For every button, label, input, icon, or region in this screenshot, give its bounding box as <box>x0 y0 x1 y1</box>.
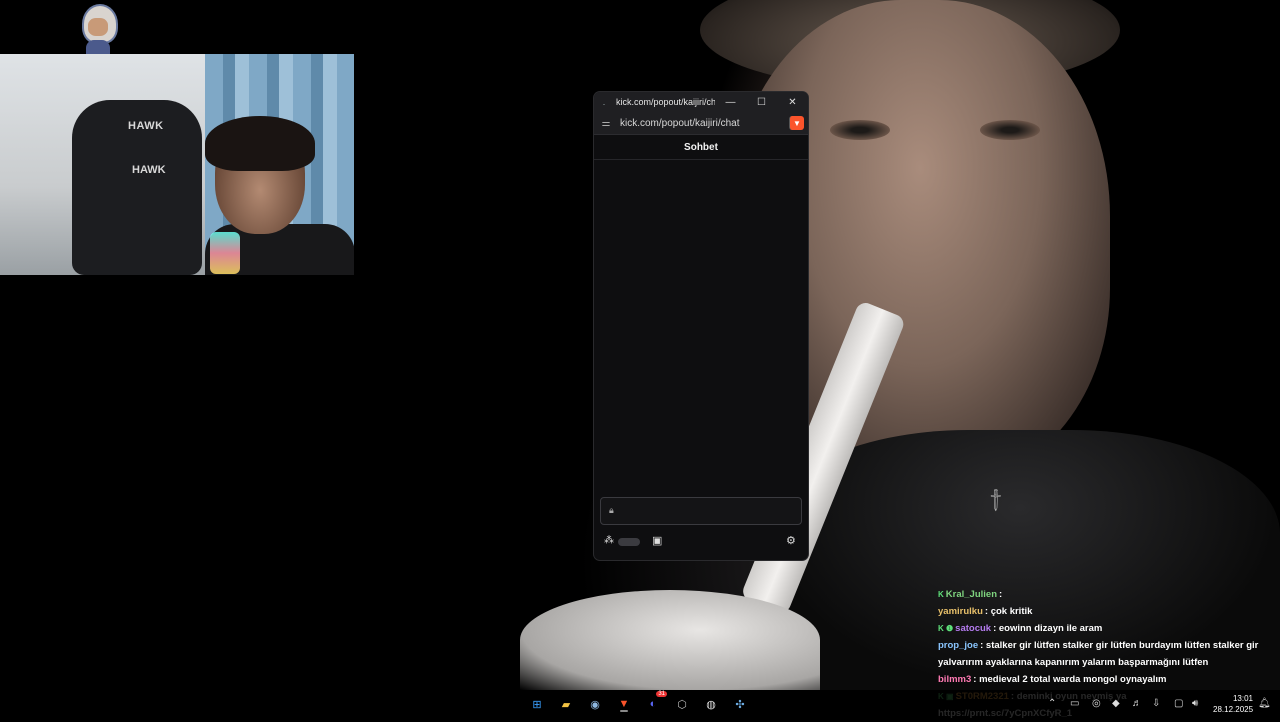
chat-message-text: : stalker gir lütfen stalker gir lütfen … <box>938 640 1259 668</box>
background-eye-right <box>980 120 1040 140</box>
chat-badge-icon: K <box>938 590 944 599</box>
streamer-hair <box>205 116 315 171</box>
chair-logo-lower: HAWK <box>132 164 166 176</box>
chat-input-field[interactable]: 🔒︎ <box>600 497 802 525</box>
app-icon[interactable]: ✣ <box>731 695 749 713</box>
chat-username[interactable]: satocuk <box>955 623 991 634</box>
discord-icon[interactable]: ◐ 31 <box>644 691 667 713</box>
window-titlebar[interactable]: . kick.com/popout/kaijiri/cha... — ☐ ✕ <box>594 92 808 112</box>
background-eye-left <box>830 120 890 140</box>
brave-shields-icon[interactable]: ▼ <box>789 116 804 130</box>
chat-header: Sohbet <box>594 135 808 160</box>
chat-username[interactable]: Kral_Julien <box>946 589 997 600</box>
chat-message: yamirulku: çok kritik <box>938 603 1280 620</box>
chat-popout-window[interactable]: . kick.com/popout/kaijiri/cha... — ☐ ✕ ⚌… <box>594 92 808 560</box>
chat-toolbar: ⁂ ▣ ⚙ <box>594 532 808 552</box>
channel-points-icon[interactable]: ⁂ <box>604 535 614 546</box>
minimize-button[interactable]: — <box>715 92 746 112</box>
sticker-face <box>88 18 108 36</box>
chat-message-text: : medieval 2 total warda mongol oynayalı… <box>973 674 1167 685</box>
chat-message-text: : eowinn dizayn ile aram <box>993 623 1103 634</box>
windows-start-icon[interactable]: ⊞ <box>528 695 546 713</box>
steam-icon[interactable]: ◉ <box>586 695 604 713</box>
tray-app2-icon[interactable]: ◆ <box>1112 698 1120 709</box>
site-settings-icon[interactable]: ⚌ <box>596 118 616 129</box>
chat-message-text: : <box>999 589 1003 600</box>
tray-audio-icon[interactable]: ♬ <box>1132 698 1142 709</box>
chat-message-text: : çok kritik <box>984 606 1033 617</box>
address-bar[interactable]: ⚌ kick.com/popout/kaijiri/chat ▼ <box>594 112 808 135</box>
brave-browser-icon[interactable]: ▼ <box>615 695 633 713</box>
window-title: kick.com/popout/kaijiri/cha... <box>616 97 715 107</box>
chat-message: K Kral_Julien: <box>938 586 1280 603</box>
notification-bell-icon[interactable]: 🔔︎ <box>1258 698 1271 709</box>
url-text[interactable]: kick.com/popout/kaijiri/chat <box>616 118 789 129</box>
background-glove <box>520 590 820 690</box>
chair-logo: HAWK <box>128 120 164 132</box>
windows-taskbar: ⌃ ▭ ◎ ◆ ♬ ⇩ ▢ 🔊︎ 13:01 28.12.2025 🔔︎ ⊞ ▰ ◉… <box>0 690 1280 720</box>
maximize-button[interactable]: ☐ <box>746 92 777 112</box>
active-app-indicator <box>620 710 628 712</box>
kick-favicon-icon: . <box>602 97 606 107</box>
chat-messages-area[interactable] <box>594 159 808 494</box>
chat-username[interactable]: prop_joe <box>938 640 978 651</box>
tray-download-icon[interactable]: ⇩ <box>1152 698 1160 709</box>
channel-points-pill[interactable] <box>618 538 640 546</box>
file-explorer-icon[interactable]: ▰ <box>557 695 575 713</box>
obs-studio-icon[interactable]: ◍ <box>702 695 720 713</box>
close-button[interactable]: ✕ <box>777 92 808 112</box>
chat-username[interactable]: yamirulku <box>938 606 983 617</box>
tray-app-icon[interactable]: ▭ <box>1070 698 1079 709</box>
webcam-feed: HAWK HAWK <box>0 54 354 275</box>
chat-message: K ❶ satocuk: eowinn dizayn ile aram <box>938 620 1280 637</box>
rgb-mic-light <box>210 232 240 274</box>
chat-message: prop_joe: stalker gir lütfen stalker gir… <box>938 637 1280 671</box>
clock-time: 13:01 <box>1232 694 1253 703</box>
chat-message: bilmm3: medieval 2 total warda mongol oy… <box>938 671 1280 688</box>
obs-icon[interactable]: ⬡ <box>673 695 691 713</box>
volume-icon[interactable]: 🔊︎ <box>1192 698 1198 709</box>
settings-gear-icon[interactable]: ⚙ <box>786 534 796 547</box>
lock-icon: 🔒︎ <box>609 505 614 515</box>
clock[interactable]: 13:01 28.12.2025 <box>1213 693 1253 715</box>
discord-notification-badge: 31 <box>656 691 667 697</box>
chat-badge-icon: K ❶ <box>938 624 954 633</box>
chat-username[interactable]: bilmm3 <box>938 674 971 685</box>
tray-chevron-icon[interactable]: ⌃ <box>1048 698 1056 709</box>
tray-steam-icon[interactable]: ◎ <box>1092 698 1101 709</box>
store-icon[interactable]: ▣ <box>652 534 662 547</box>
network-icon[interactable]: ▢ <box>1174 698 1183 709</box>
clock-date: 28.12.2025 <box>1213 705 1254 714</box>
